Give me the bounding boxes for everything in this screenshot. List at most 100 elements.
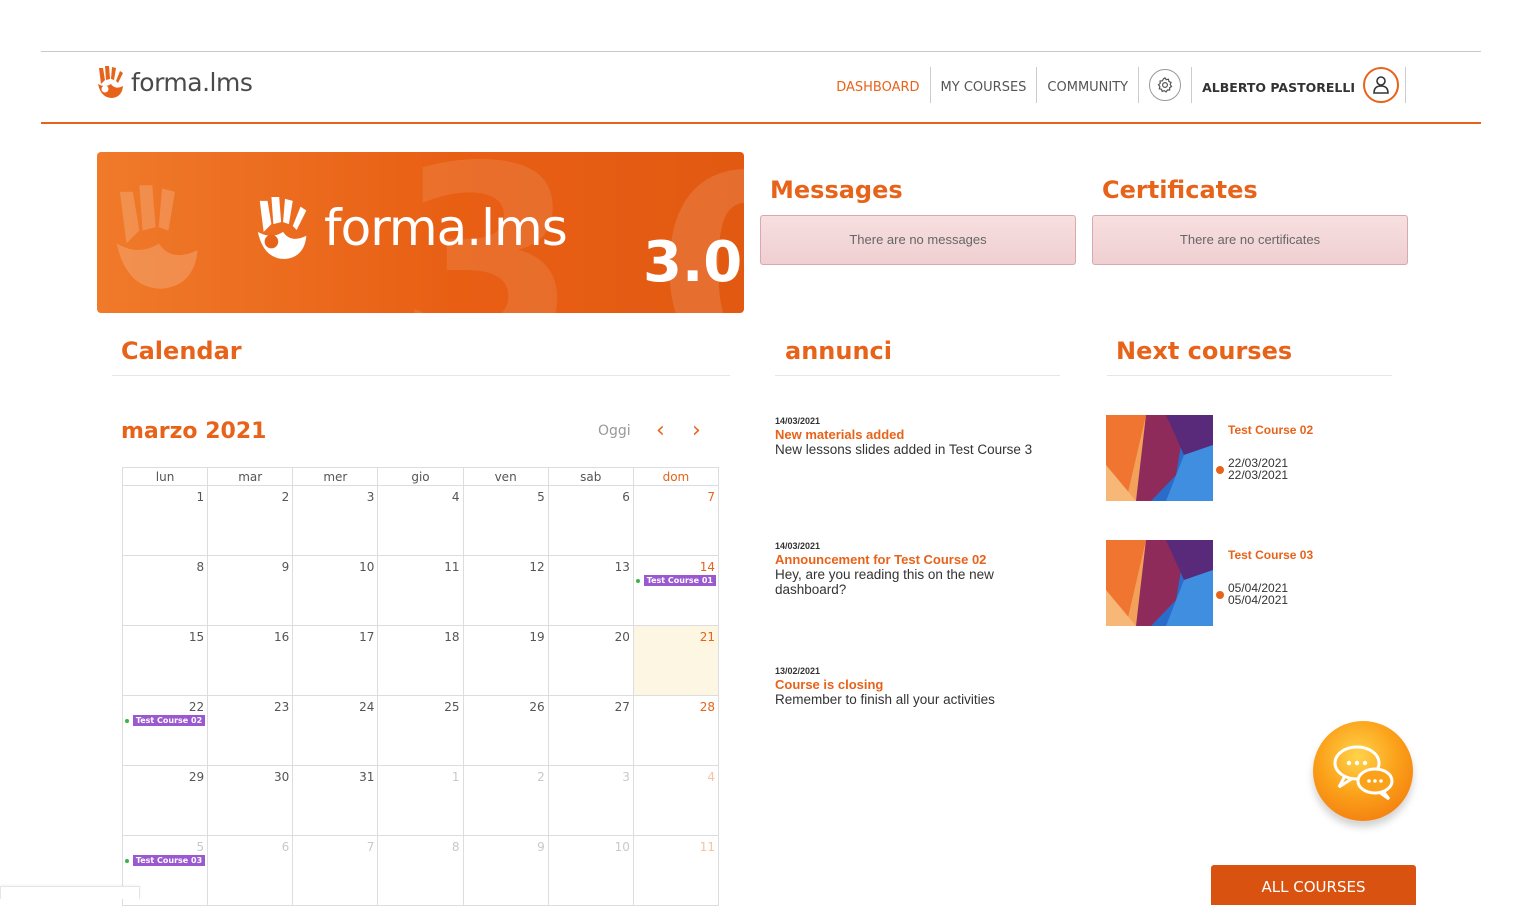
next-course-item[interactable]: Test Course 02 22/03/2021 22/03/2021 <box>1106 415 1406 501</box>
course-title[interactable]: Test Course 03 <box>1228 548 1313 562</box>
banner-logo: forma.lms <box>252 192 568 264</box>
calendar-day-number: 8 <box>196 560 205 574</box>
bottom-left-widget[interactable] <box>0 886 140 899</box>
calendar-day-cell[interactable]: 27 <box>547 695 634 766</box>
calendar-day-cell[interactable]: 7 <box>632 485 720 556</box>
calendar-day-cell[interactable]: 10 <box>292 555 379 626</box>
course-status-dot <box>1216 591 1224 599</box>
calendar-day-cell[interactable]: 25 <box>377 695 464 766</box>
calendar-day-cell[interactable]: 19 <box>462 625 549 696</box>
calendar-day-cell[interactable]: 26 <box>462 695 549 766</box>
course-thumbnail[interactable] <box>1106 540 1213 626</box>
calendar-day-cell[interactable]: 2 <box>462 765 549 836</box>
user-avatar-button[interactable] <box>1363 67 1399 103</box>
calendar-day-number: 21 <box>699 630 715 644</box>
banner-hand-watermark-icon <box>116 185 198 289</box>
calendar-day-cell[interactable]: 3 <box>547 765 634 836</box>
calendar-day-cell[interactable]: 7 <box>292 835 379 906</box>
calendar-day-cell[interactable]: 22 Test Course 02 <box>121 695 209 766</box>
announcement-item[interactable]: 14/03/2021 Announcement for Test Course … <box>775 541 1045 597</box>
calendar-day-number: 12 <box>529 560 545 574</box>
calendar-day-number: 9 <box>281 560 290 574</box>
calendar-day-number: 19 <box>529 630 545 644</box>
chat-button[interactable] <box>1313 721 1413 821</box>
calendar-day-cell[interactable]: 16 <box>207 625 294 696</box>
calendar-day-cell[interactable]: 3 <box>292 485 379 556</box>
calendar-day-cell[interactable]: 23 <box>207 695 294 766</box>
calendar-event-label[interactable]: Test Course 02 <box>132 715 206 726</box>
calendar-day-cell[interactable]: 4 <box>632 765 720 836</box>
calendar-day-cell[interactable]: 2 <box>207 485 294 556</box>
calendar-weekday-mar: mar <box>207 467 294 486</box>
nav-community[interactable]: COMMUNITY <box>1037 67 1140 103</box>
calendar-day-cell[interactable]: 21 <box>632 625 720 696</box>
calendar-today-button[interactable]: Oggi <box>598 423 631 439</box>
next-course-item[interactable]: Test Course 03 05/04/2021 05/04/2021 <box>1106 540 1406 626</box>
calendar-weekday-row: lun mar mer gio ven sab dom <box>121 467 720 486</box>
calendar-day-cell[interactable]: 11 <box>377 555 464 626</box>
calendar-day-cell[interactable]: 9 <box>462 835 549 906</box>
calendar-day-cell[interactable]: 17 <box>292 625 379 696</box>
calendar-day-cell[interactable]: 6 <box>207 835 294 906</box>
calendar-day-number: 18 <box>444 630 460 644</box>
calendar-event[interactable]: Test Course 03 <box>123 854 207 866</box>
calendar-day-number: 2 <box>281 490 290 504</box>
calendar-next-button[interactable]: › <box>692 418 701 443</box>
announcement-item[interactable]: 13/02/2021 Course is closing Remember to… <box>775 666 1045 707</box>
calendar-day-cell[interactable]: 5 <box>462 485 549 556</box>
calendar-day-cell[interactable]: 6 <box>547 485 634 556</box>
calendar-day-cell[interactable]: 1 <box>377 765 464 836</box>
calendar-day-cell[interactable]: 4 <box>377 485 464 556</box>
announcement-item[interactable]: 14/03/2021 New materials added New lesso… <box>775 416 1045 457</box>
calendar-day-cell[interactable]: 11 <box>632 835 720 906</box>
calendar-day-cell[interactable]: 12 <box>462 555 549 626</box>
calendar-event[interactable]: Test Course 01 <box>634 574 718 586</box>
calendar-day-cell[interactable]: 8 <box>377 835 464 906</box>
calendar-weekday-gio: gio <box>377 467 464 486</box>
course-dates: 05/04/2021 05/04/2021 <box>1228 582 1288 606</box>
calendar-day-cell[interactable]: 18 <box>377 625 464 696</box>
announcement-title[interactable]: New materials added <box>775 427 1045 442</box>
announcements-title: annunci <box>785 337 892 365</box>
calendar-day-cell[interactable]: 24 <box>292 695 379 766</box>
calendar-day-number: 3 <box>366 490 375 504</box>
calendar-day-cell[interactable]: 10 <box>547 835 634 906</box>
all-courses-button[interactable]: ALL COURSES <box>1211 865 1416 905</box>
calendar-day-cell[interactable]: 31 <box>292 765 379 836</box>
calendar-day-cell[interactable]: 14 Test Course 01 <box>632 555 720 626</box>
calendar-day-cell[interactable]: 28 <box>632 695 720 766</box>
calendar-day-number: 2 <box>537 770 545 784</box>
announcement-title[interactable]: Course is closing <box>775 677 1045 692</box>
nav-my-courses[interactable]: MY COURSES <box>931 67 1038 103</box>
course-thumbnail[interactable] <box>1106 415 1213 501</box>
calendar-day-number: 1 <box>451 770 460 784</box>
announcement-date: 14/03/2021 <box>775 541 821 551</box>
settings-button[interactable] <box>1139 67 1193 103</box>
calendar-day-cell[interactable]: 1 <box>121 485 209 556</box>
calendar-day-cell[interactable]: 9 <box>207 555 294 626</box>
user-name[interactable]: ALBERTO PASTORELLI <box>1192 67 1363 103</box>
calendar-event-label[interactable]: Test Course 03 <box>132 855 206 866</box>
nav-dashboard[interactable]: DASHBOARD <box>826 67 931 103</box>
banner-brand-name: forma.lms <box>324 199 568 257</box>
calendar-weekday-sab: sab <box>547 467 634 486</box>
calendar-prev-button[interactable]: ‹ <box>656 418 665 443</box>
calendar-day-number: 25 <box>444 700 460 714</box>
messages-title: Messages <box>770 176 903 204</box>
messages-empty: There are no messages <box>760 215 1076 265</box>
calendar-day-cell[interactable]: 13 <box>547 555 634 626</box>
calendar-day-cell[interactable]: 29 <box>121 765 209 836</box>
brand-logo[interactable]: forma.lms <box>95 64 253 100</box>
calendar-day-number: 10 <box>359 560 375 574</box>
calendar-day-cell[interactable]: 20 <box>547 625 634 696</box>
calendar-day-cell[interactable]: 30 <box>207 765 294 836</box>
course-title[interactable]: Test Course 02 <box>1228 423 1313 437</box>
calendar-day-cell[interactable]: 15 <box>121 625 209 696</box>
calendar-day-number: 24 <box>359 700 375 714</box>
calendar-event[interactable]: Test Course 02 <box>123 714 207 726</box>
calendar-day-cell[interactable]: 8 <box>121 555 209 626</box>
announcements-title-rule <box>775 375 1060 376</box>
calendar-day-number: 28 <box>699 700 715 714</box>
announcement-title[interactable]: Announcement for Test Course 02 <box>775 552 1045 567</box>
calendar-event-label[interactable]: Test Course 01 <box>643 575 716 586</box>
